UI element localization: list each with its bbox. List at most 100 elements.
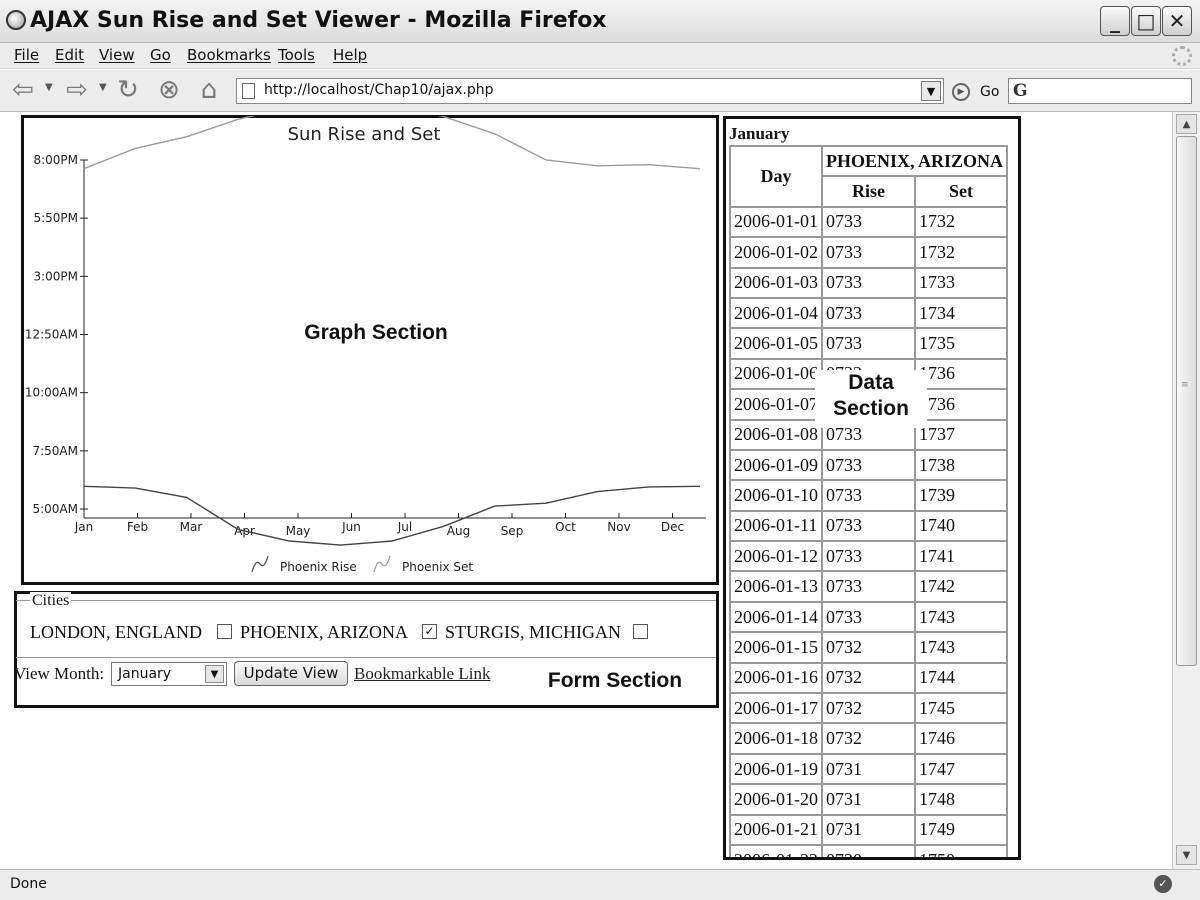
set-cell: 1732 <box>915 206 1008 238</box>
scroll-up-icon[interactable]: ▲ <box>1176 114 1197 134</box>
set-cell: 1746 <box>915 723 1008 754</box>
rise-cell: 0733 <box>822 601 915 633</box>
set-cell: 1741 <box>915 541 1008 572</box>
go-icon[interactable]: ▶ <box>952 83 970 101</box>
url-text[interactable]: http://localhost/Chap10/ajax.php <box>264 82 494 98</box>
day-cell: 2006-01-12 <box>730 541 822 572</box>
home-icon[interactable]: ⌂ <box>194 76 224 106</box>
legend-swatch <box>373 555 391 573</box>
status-text: Done <box>10 876 47 892</box>
firefox-icon <box>6 10 26 30</box>
checkbox-phoenix[interactable]: ✓ <box>422 624 437 639</box>
minimize-button[interactable]: _ <box>1100 6 1130 36</box>
maximize-button[interactable]: □ <box>1131 6 1161 36</box>
rise-cell: 0733 <box>822 267 915 298</box>
graph-section-callout: Graph Section <box>297 320 455 346</box>
menu-file[interactable]: File <box>14 46 39 64</box>
table-row: 2006-01-2207301750 <box>730 844 1008 857</box>
table-month-heading: January <box>729 124 790 143</box>
set-cell: 1736 <box>915 358 1008 390</box>
checkbox-sturgis[interactable] <box>633 624 648 639</box>
table-row: 2006-01-21 0731 1749 <box>730 814 1008 845</box>
bookmarkable-link[interactable]: Bookmarkable Link <box>354 664 490 684</box>
x-tick-label: Nov <box>607 520 630 534</box>
x-tick-label: May <box>286 524 311 538</box>
rise-cell: 0733 <box>822 328 915 359</box>
url-dropdown-icon[interactable]: ▼ <box>921 81 941 101</box>
menu-view[interactable]: View <box>99 46 135 64</box>
sun-data-table: Day PHOENIX, ARIZONA Rise Set 2006-01-01… <box>729 145 1009 857</box>
rise-cell: 0731 <box>822 753 915 785</box>
x-tick-label: Jul <box>397 520 412 534</box>
data-section-viewport: January Day PHOENIX, ARIZONA Rise Set 20… <box>726 119 1018 857</box>
day-cell: 2006-01-21 <box>730 814 822 845</box>
data-callout-line1: Data <box>848 371 894 394</box>
day-cell: 2006-01-02 <box>730 237 822 268</box>
day-cell: 2006-01-03 <box>730 267 822 298</box>
day-cell: 2006-01-15 <box>730 632 822 663</box>
set-cell: 1733 <box>915 267 1008 298</box>
menu-help[interactable]: Help <box>333 46 367 64</box>
menu-tools[interactable]: Tools <box>278 46 315 64</box>
city-header: PHOENIX, ARIZONA <box>822 146 1008 177</box>
data-section-callout: Data Section <box>815 370 927 428</box>
scroll-grip-icon: ≡ <box>1181 380 1189 390</box>
forward-dropdown-icon[interactable]: ▼ <box>99 82 107 93</box>
stop-icon[interactable]: ⊗ <box>154 76 184 106</box>
update-view-button[interactable]: Update View <box>234 661 348 686</box>
scroll-down-icon[interactable]: ▼ <box>1176 845 1197 865</box>
menu-edit[interactable]: Edit <box>55 46 84 64</box>
rise-cell: 0732 <box>822 632 915 663</box>
set-cell: 1743 <box>915 632 1008 663</box>
menu-go[interactable]: Go <box>150 46 171 64</box>
set-header: Set <box>915 176 1008 207</box>
go-button[interactable]: Go <box>980 84 999 100</box>
rise-cell: 0733 <box>822 206 915 238</box>
table-row: 2006-01-17 0732 1745 <box>730 693 1008 724</box>
back-dropdown-icon[interactable]: ▼ <box>45 82 53 93</box>
search-engine-icon[interactable]: G <box>1013 81 1028 101</box>
chevron-down-icon[interactable]: ▼ <box>205 665 224 683</box>
rise-cell: 0731 <box>822 784 915 815</box>
reload-icon[interactable]: ↻ <box>113 76 143 106</box>
day-cell: 2006-01-16 <box>730 662 822 694</box>
page-icon <box>242 83 255 99</box>
title-bar: AJAX Sun Rise and Set Viewer - Mozilla F… <box>0 0 1200 43</box>
y-tick-label: 7:50AM <box>32 444 78 458</box>
chart-title: Sun Rise and Set <box>288 124 441 145</box>
checkbox-london[interactable] <box>217 624 232 639</box>
address-bar[interactable]: http://localhost/Chap10/ajax.php ▼ <box>236 78 944 104</box>
day-cell: 2006-01-18 <box>730 723 822 754</box>
view-month-label: View Month: <box>14 664 105 683</box>
menu-bookmarks[interactable]: Bookmarks <box>187 46 271 64</box>
table-row: 2006-01-12 0733 1741 <box>730 541 1008 572</box>
day-cell: 2006-01-07 <box>730 389 822 420</box>
y-tick-label: 8:00PM <box>33 153 78 167</box>
x-tick-label: Feb <box>127 520 148 534</box>
close-button[interactable]: ✕ <box>1162 6 1192 36</box>
security-check-icon: ✓ <box>1154 875 1172 893</box>
vertical-scrollbar[interactable]: ▲ ≡ ▼ <box>1172 112 1200 869</box>
search-box[interactable]: G <box>1008 78 1192 104</box>
back-arrow-icon[interactable]: ⇦ <box>8 76 38 106</box>
month-select[interactable]: January ▼ <box>111 662 227 686</box>
scrollbar-thumb[interactable] <box>1176 136 1197 666</box>
rise-cell: 0733 <box>822 449 915 481</box>
day-cell: 2006-01-05 <box>730 328 822 359</box>
y-tick-label: 10:00AM <box>25 386 78 400</box>
table-row: 2006-01-16 0732 1744 <box>730 662 1008 694</box>
day-cell: 2006-01-09 <box>730 449 822 481</box>
rise-header: Rise <box>822 176 915 207</box>
y-tick-label: 5:50PM <box>33 211 78 225</box>
day-cell: 2006-01-08 <box>730 419 822 450</box>
rise-cell: 0733 <box>822 237 915 268</box>
x-tick-label: Aug <box>447 524 470 538</box>
table-row: 2006-01-20 0731 1748 <box>730 784 1008 815</box>
x-tick-label: Jan <box>74 520 94 534</box>
status-bar: Done ✓ <box>0 869 1200 900</box>
city-label-phoenix: PHOENIX, ARIZONA <box>240 622 408 642</box>
forward-arrow-icon[interactable]: ⇨ <box>62 76 92 106</box>
day-cell: 2006-01-17 <box>730 693 822 724</box>
day-cell: 2006-01-20 <box>730 784 822 815</box>
set-cell: 1742 <box>915 571 1008 602</box>
